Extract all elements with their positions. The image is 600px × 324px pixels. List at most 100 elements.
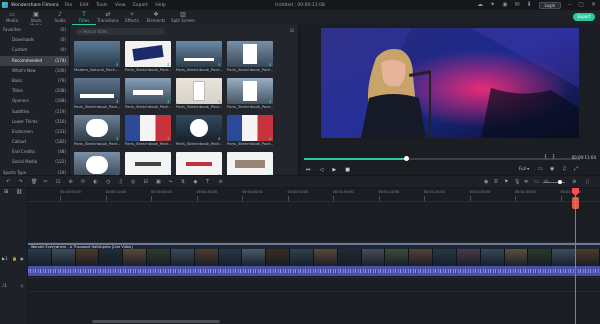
zoom-knob[interactable] xyxy=(558,180,562,184)
title-card[interactable]: ⬇ Paris_Sketchbook_Pack... xyxy=(125,78,171,110)
tab-stock-media[interactable]: ▣Stock Media xyxy=(24,10,48,29)
download-icon[interactable]: ⬇ xyxy=(167,136,170,141)
mark-out-icon[interactable]: } xyxy=(552,154,555,160)
zoom-in-icon[interactable]: ⊕ xyxy=(572,179,576,185)
snapshot-icon[interactable]: ◉ xyxy=(550,166,554,172)
timeline-ruler[interactable]: 00:00:00:00 00:00:10:00 00:00:20:00 00:00:3… xyxy=(28,188,600,202)
login-button[interactable]: Login xyxy=(538,1,562,9)
cut-icon[interactable]: ✂ xyxy=(44,179,48,185)
speed-icon[interactable]: ◷ xyxy=(106,179,110,185)
rotate-icon[interactable]: ⟳ xyxy=(81,179,85,185)
add-track-icon[interactable]: ⊞ xyxy=(4,189,8,195)
timeline-tracks[interactable]: Wonder Everywhere - A Thousand Halleluja… xyxy=(28,202,600,324)
search-input[interactable]: ⌕ Search titles xyxy=(76,28,164,35)
title-card[interactable]: ⬇ Paris_Sketchbook_Pack... xyxy=(74,115,120,147)
playback-knob[interactable] xyxy=(404,156,410,161)
category-item[interactable]: Openers (168) xyxy=(0,96,69,106)
user-icon[interactable]: ◉ xyxy=(502,1,507,9)
play-icon[interactable]: ▶ xyxy=(332,167,336,173)
playback-progress[interactable] xyxy=(304,156,580,161)
title-card[interactable]: ⬇ Paris_Sketchbook_Pack... xyxy=(125,41,171,73)
title-card[interactable]: ⬇ Paris_Sketchbook_Pack... xyxy=(227,41,273,73)
menu-export[interactable]: Export xyxy=(133,3,148,8)
download-icon[interactable]: ⬇ xyxy=(116,62,119,67)
category-item[interactable]: Callout (182) xyxy=(0,137,69,147)
category-item[interactable]: Custom (0) xyxy=(0,45,69,55)
menu-edit[interactable]: Edit xyxy=(80,3,89,8)
motion-icon[interactable]: ⤳ xyxy=(169,179,173,185)
lock-icon[interactable]: 🔒 xyxy=(12,256,17,261)
category-item[interactable]: End Credits (48) xyxy=(0,147,69,157)
download-icon[interactable]: ⬇ xyxy=(218,62,221,67)
text-icon[interactable]: T xyxy=(206,179,209,185)
download-icon[interactable]: ⬇ xyxy=(269,136,272,141)
title-card[interactable]: ⬇ Paris_Sketchbook_Pack... xyxy=(227,78,273,110)
tab-media[interactable]: ▭ Media xyxy=(0,10,24,25)
title-card[interactable]: ⬇ Paris_Sketchbook_Pack... xyxy=(176,78,222,110)
maximize-icon[interactable]: ▢ xyxy=(578,1,584,9)
menu-tools[interactable]: Tools xyxy=(96,3,107,8)
category-item[interactable]: Lower Thirds (316) xyxy=(0,117,69,127)
download-icon[interactable]: ⬇ xyxy=(116,99,119,104)
fit-icon[interactable]: ▯ xyxy=(586,179,589,185)
green-screen-icon[interactable]: ▣ xyxy=(156,179,161,185)
video-clip[interactable]: Wonder Everywhere - A Thousand Halleluja… xyxy=(28,243,600,266)
marker-icon[interactable]: ⚑ xyxy=(504,179,508,185)
tab-audio[interactable]: ♪ Audio xyxy=(48,10,72,25)
audio-icon[interactable]: ♫ xyxy=(119,179,123,185)
tab-transitions[interactable]: ⇄ Transitions xyxy=(96,10,120,25)
audio-clip[interactable] xyxy=(28,266,600,276)
download-icon[interactable]: ⬇ xyxy=(269,99,272,104)
mixer-icon[interactable]: ≣ xyxy=(524,179,528,185)
undo-icon[interactable]: ↶ xyxy=(6,179,10,185)
snapshot-icon[interactable]: ▭ xyxy=(534,179,539,185)
tab-split-screen[interactable]: ▥ Split Screen xyxy=(168,10,198,25)
menu-file[interactable]: File xyxy=(65,3,73,8)
title-card[interactable]: ⬇ Modern_Natural_Pack... xyxy=(74,41,120,73)
download-icon[interactable]: ⬇ xyxy=(526,1,531,9)
grid-view-icon[interactable]: ⊞ xyxy=(290,28,294,34)
download-icon[interactable]: ⬇ xyxy=(167,62,170,67)
category-item[interactable]: What's New (100) xyxy=(0,66,69,76)
display-icon[interactable]: ▭ xyxy=(538,166,543,172)
category-item[interactable]: Social Media (122) xyxy=(0,157,69,167)
timeline-scrollbar[interactable] xyxy=(92,320,220,323)
keyframe-icon[interactable]: ◆ xyxy=(194,179,198,185)
stop-icon[interactable]: ■ xyxy=(345,167,350,173)
title-card[interactable]: ⬇ Paris_Sketchbook_Pack... xyxy=(176,41,222,73)
step-back-icon[interactable]: ◁ xyxy=(320,167,324,173)
playhead-marker[interactable] xyxy=(572,197,579,209)
download-icon[interactable]: ⬇ xyxy=(218,99,221,104)
category-item[interactable]: Endscreen (133) xyxy=(0,127,69,137)
zoom-icon[interactable]: ⊕ xyxy=(69,179,73,185)
download-icon[interactable]: ⬇ xyxy=(218,136,221,141)
tab-effects[interactable]: ✧ Effects xyxy=(120,10,144,25)
fullscreen-icon[interactable]: ⤢ xyxy=(574,166,578,172)
category-item[interactable]: Subtitles (119) xyxy=(0,107,69,117)
lightbulb-icon[interactable]: ✦ xyxy=(490,1,495,9)
title-card[interactable]: ⬇ Paris_Sketchbook_Pack... xyxy=(125,115,171,147)
category-item[interactable]: Favorites (0) xyxy=(0,25,69,35)
category-item[interactable]: Titles (208) xyxy=(0,86,69,96)
cloud-icon[interactable]: ☁ xyxy=(477,1,483,9)
detach-icon[interactable]: ⇅ xyxy=(181,179,185,185)
category-item[interactable]: Recommended (174) xyxy=(0,55,69,66)
tab-elements[interactable]: ❖ Elements xyxy=(144,10,168,25)
download-icon[interactable]: ⬇ xyxy=(116,136,119,141)
split-icon[interactable]: ⊟ xyxy=(144,179,148,185)
minimize-icon[interactable]: – xyxy=(568,1,571,9)
export-button[interactable]: Export xyxy=(573,13,595,21)
category-item[interactable]: Basic (79) xyxy=(0,76,69,86)
adjust-icon[interactable]: ≡ xyxy=(219,179,223,185)
mark-in-icon[interactable]: { xyxy=(544,154,547,160)
preview-video[interactable] xyxy=(321,28,579,138)
category-item[interactable]: Downloads (0) xyxy=(0,35,69,45)
close-icon[interactable]: ✕ xyxy=(591,1,596,9)
redo-icon[interactable]: ↷ xyxy=(19,179,23,185)
notification-icon[interactable]: ✉ xyxy=(514,1,519,9)
menu-help[interactable]: Help xyxy=(155,3,165,8)
color-icon[interactable]: ◐ xyxy=(94,179,98,185)
tab-titles[interactable]: T Titles xyxy=(72,10,96,25)
stabilize-icon[interactable]: ◎ xyxy=(131,179,135,185)
title-card[interactable]: ⬇ Paris_Sketchbook_Pack... xyxy=(74,78,120,110)
